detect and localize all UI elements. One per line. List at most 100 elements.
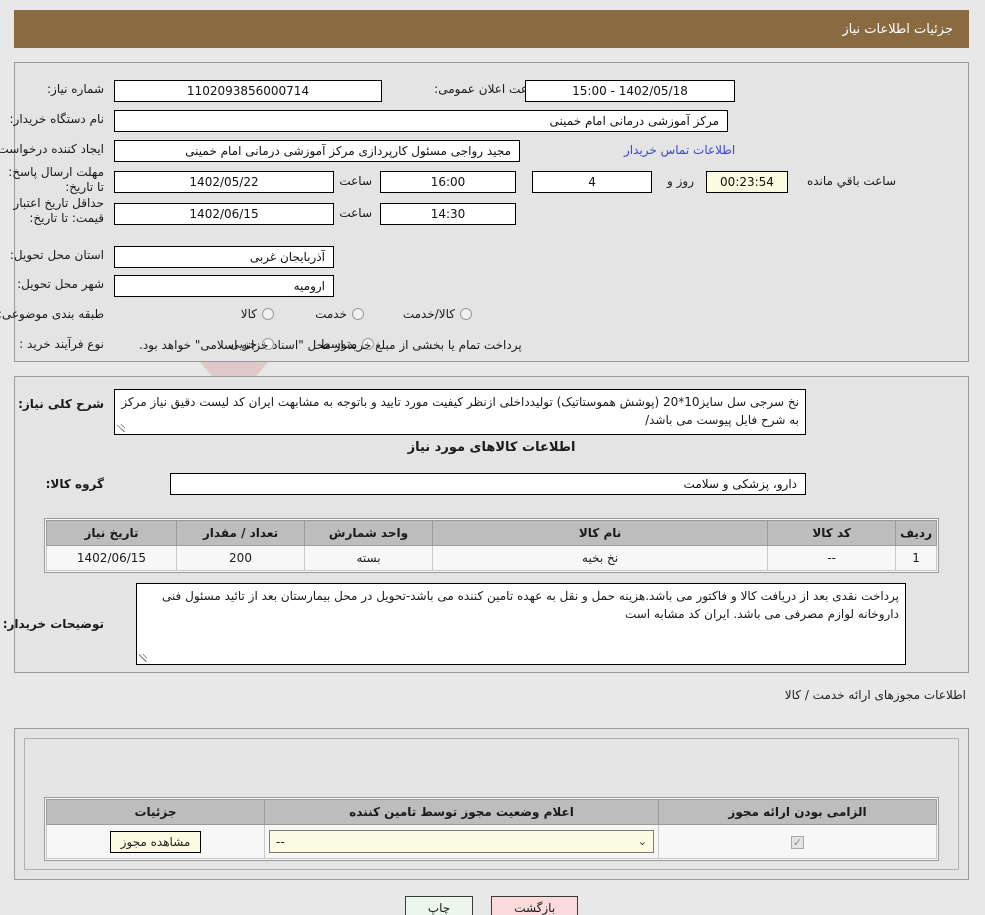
validity-label: حداقل تاریخ اعتبار قیمت: تا تاریخ:	[14, 196, 105, 225]
public-announce-value: 1402/05/18 - 15:00	[526, 80, 736, 102]
need-number-label: شماره نیاز:	[48, 82, 105, 96]
buyer-org-value: مرکز آموزشی درمانی امام خمینی	[115, 110, 729, 132]
buyer-notes-textarea[interactable]: پرداخت نقدی بعد از دریافت کالا و فاکتور …	[137, 583, 907, 665]
process-note-wrap: پرداخت تمام یا بخشی از مبلغ خرید،از محل …	[140, 338, 523, 352]
category-option-both[interactable]: کالا/خدمت	[404, 307, 473, 321]
back-button[interactable]: بازگشت	[492, 896, 580, 915]
goods-info-title: اطلاعات کالاهای مورد نیاز	[408, 440, 577, 455]
goods-col-name: نام کالا	[432, 520, 770, 546]
overall-desc-row: شرح کلی نیاز:	[19, 397, 105, 411]
goods-col-code: کد کالا	[768, 520, 898, 546]
buyer-contact-link[interactable]: اطلاعات تماس خریدار	[625, 143, 736, 157]
licenses-col-details: جزئیات	[47, 799, 266, 825]
creator-row: ایجاد کننده درخواست:	[0, 142, 105, 156]
overall-desc-label: شرح کلی نیاز:	[19, 397, 105, 411]
buyer-org-row: نام دستگاه خریدار:	[11, 112, 106, 126]
licenses-cell-required: ✓	[659, 824, 938, 859]
goods-table-header-row: ردیف کد کالا نام کالا واحد شمارش تعداد /…	[47, 520, 938, 546]
deadline-label: مهلت ارسال پاسخ: تا تاریخ:	[9, 165, 105, 194]
need-number-row: شماره نیاز:	[48, 82, 105, 96]
chevron-down-icon: ⌄	[638, 835, 648, 848]
validity-hour-label-wrap: ساعت	[340, 206, 373, 220]
licenses-table-header-row: الزامی بودن ارائه مجوز اعلام وضعیت مجوز …	[47, 799, 938, 825]
city-row: شهر محل تحویل:	[18, 277, 105, 291]
goods-group-row: گروه کالا:	[47, 477, 105, 491]
goods-cell-name: نخ بخیه	[432, 545, 770, 571]
process-row: نوع فرآیند خرید :	[20, 337, 105, 351]
page-title: جزئیات اطلاعات نیاز	[843, 21, 954, 37]
deadline-hour-label: ساعت	[340, 174, 373, 188]
goods-col-row: ردیف	[896, 520, 938, 546]
remaining-time-value: 00:23:54	[707, 171, 789, 193]
category-row: طبقه بندی موضوعی:	[0, 307, 105, 321]
goods-group-label: گروه کالا:	[46, 477, 105, 491]
radio-icon[interactable]	[461, 308, 473, 320]
need-number-value: 1102093856000714	[115, 80, 383, 102]
radio-icon[interactable]	[353, 308, 365, 320]
licenses-section-title: اطلاعات مجوزهای ارائه خدمت / کالا	[785, 688, 967, 702]
goods-cell-code: --	[768, 545, 898, 571]
goods-cell-row: 1	[896, 545, 938, 571]
goods-group-value: دارو، پزشکی و سلامت	[171, 473, 807, 495]
buyer-notes-row: توضیحات خریدار:	[4, 617, 105, 631]
validity-hour-label: ساعت	[340, 206, 373, 220]
category-option-goods[interactable]: کالا	[242, 307, 275, 321]
buyer-org-label: نام دستگاه خریدار:	[10, 112, 106, 126]
remaining-time-label-wrap: ساعت باقي مانده	[808, 174, 897, 188]
licenses-table-wrap: الزامی بودن ارائه مجوز اعلام وضعیت مجوز …	[45, 797, 940, 861]
goods-table-wrap: ردیف کد کالا نام کالا واحد شمارش تعداد /…	[45, 518, 940, 573]
print-button[interactable]: چاپ	[405, 896, 475, 915]
buyer-notes-label: توضیحات خریدار:	[3, 617, 105, 631]
goods-col-qty: تعداد / مقدار	[177, 520, 306, 546]
overall-desc-textarea[interactable]: نخ سرجی سل سایز10*20 (پوشش هموستاتیک) تو…	[115, 389, 807, 435]
validity-time: 14:30	[381, 203, 517, 225]
view-license-button[interactable]: مشاهده مجوز	[110, 830, 203, 853]
licenses-col-status: اعلام وضعیت مجوز توسط تامین کننده	[265, 799, 660, 825]
buyer-contact-link-wrap[interactable]: اطلاعات تماس خریدار	[625, 143, 736, 157]
goods-cell-date: 1402/06/15	[47, 545, 178, 571]
category-option-service-label: خدمت	[316, 307, 348, 321]
page-root: AriaTender.net جزئیات اطلاعات نیاز شماره…	[0, 0, 985, 915]
deadline-date: 1402/05/22	[115, 171, 335, 193]
province-value: آذربایجان غربی	[115, 246, 335, 268]
category-option-service[interactable]: خدمت	[316, 307, 365, 321]
category-option-goods-label: کالا	[241, 307, 258, 321]
goods-info-title-wrap: اطلاعات کالاهای مورد نیاز	[0, 440, 985, 455]
category-option-both-label: کالا/خدمت	[403, 307, 456, 321]
creator-label: ایجاد کننده درخواست:	[0, 142, 105, 156]
goods-col-unit: واحد شمارش	[305, 520, 434, 546]
licenses-cell-status: ⌄ --	[265, 824, 660, 859]
goods-cell-qty: 200	[177, 545, 306, 571]
deadline-time: 16:00	[381, 171, 517, 193]
licenses-col-required: الزامی بودن ارائه مجوز	[659, 799, 938, 825]
city-label: شهر محل تحویل:	[18, 277, 105, 291]
province-row: استان محل تحویل:	[11, 248, 105, 262]
province-label: استان محل تحویل:	[10, 248, 105, 262]
process-label: نوع فرآیند خرید :	[20, 337, 105, 351]
deadline-row: مهلت ارسال پاسخ: تا تاریخ:	[7, 165, 105, 195]
goods-col-date: تاریخ نیاز	[47, 520, 178, 546]
goods-cell-unit: بسته	[305, 545, 434, 571]
validity-row: حداقل تاریخ اعتبار قیمت: تا تاریخ:	[7, 196, 105, 226]
remaining-time-label: ساعت باقي مانده	[807, 174, 897, 188]
remaining-days-value: 4	[533, 171, 653, 193]
category-label: طبقه بندی موضوعی:	[0, 307, 105, 321]
footer-buttons: بازگشت چاپ	[0, 896, 985, 915]
validity-date: 1402/06/15	[115, 203, 335, 225]
licenses-cell-details: مشاهده مجوز	[47, 824, 266, 859]
city-value: ارومیه	[115, 275, 335, 297]
table-row: ✓ ⌄ -- مشاهده مجوز	[47, 824, 938, 859]
deadline-hour-label-wrap: ساعت	[340, 174, 373, 188]
remaining-days-label: روز و	[668, 174, 695, 188]
process-note: پرداخت تمام یا بخشی از مبلغ خرید،از محل …	[140, 338, 523, 352]
radio-icon[interactable]	[263, 308, 275, 320]
license-status-value: --	[277, 834, 286, 849]
page-header: جزئیات اطلاعات نیاز	[15, 10, 970, 48]
creator-value: مجید رواجی مسئول کارپردازی مرکز آموزشی د…	[115, 140, 521, 162]
remaining-days-label-wrap: روز و	[668, 174, 695, 188]
table-row: 1 -- نخ بخیه بسته 200 1402/06/15	[47, 545, 938, 571]
licenses-table: الزامی بودن ارائه مجوز اعلام وضعیت مجوز …	[47, 799, 938, 859]
license-status-select[interactable]: ⌄ --	[270, 830, 655, 853]
goods-table: ردیف کد کالا نام کالا واحد شمارش تعداد /…	[47, 520, 938, 571]
license-required-checkbox[interactable]: ✓	[792, 835, 805, 849]
